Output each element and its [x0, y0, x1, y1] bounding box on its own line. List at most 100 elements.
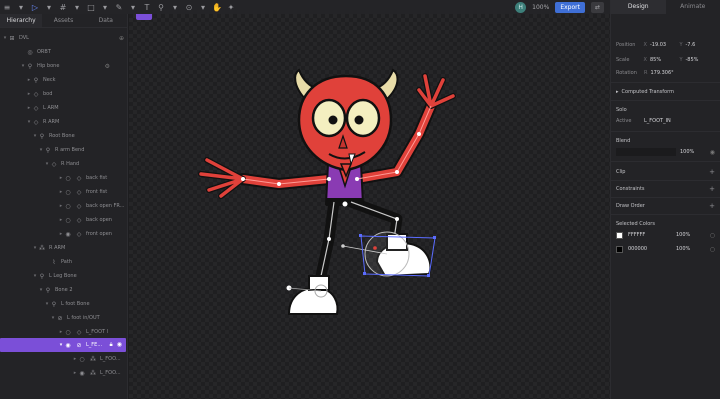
- tree-row[interactable]: ▸ ○ ⁂ L_FOO...: [0, 352, 128, 366]
- solo-active-select[interactable]: L_FOOT_IN: [644, 118, 704, 124]
- add-draw-order-icon[interactable]: +: [709, 202, 715, 210]
- shape-chevron-icon[interactable]: ▾: [98, 0, 112, 14]
- tree-row[interactable]: ⌇ Path: [0, 255, 128, 269]
- shape-icon: ◇: [76, 174, 82, 182]
- select-tool-icon[interactable]: ▷: [28, 0, 42, 14]
- color-swatch[interactable]: [616, 245, 623, 253]
- tab-assets[interactable]: Assets: [42, 14, 84, 27]
- draw-order-section[interactable]: Draw Order +: [616, 200, 715, 211]
- menu-icon[interactable]: ≡: [0, 0, 14, 14]
- solo-ring-icon: ○: [65, 174, 71, 182]
- blend-opacity[interactable]: 100%: [680, 149, 694, 155]
- tree-row[interactable]: ▾ ⚲ Hip bone ⚙: [0, 59, 128, 73]
- path-icon: ⌇: [52, 258, 56, 266]
- select-chevron-icon[interactable]: ▾: [42, 0, 56, 14]
- gear-icon[interactable]: ⚙: [105, 63, 110, 70]
- color-swatch[interactable]: [616, 231, 623, 239]
- tree-row[interactable]: ▸ ○ ◇ back open FR...: [0, 199, 128, 213]
- tree-row[interactable]: ▸ ◉ ◇ front open: [0, 227, 128, 241]
- tree-row[interactable]: ▸ ◉ ⁂ L_FOO...: [0, 366, 128, 380]
- frame-chevron-icon[interactable]: ▾: [70, 0, 84, 14]
- zoom-level[interactable]: 100%: [532, 4, 549, 11]
- tree-row-selected[interactable]: ▾ ◉ ⊘ L_FE... 🔒︎ ◉: [0, 338, 126, 352]
- pen-chevron-icon[interactable]: ▾: [126, 0, 140, 14]
- eye-icon[interactable]: ◉: [117, 341, 122, 349]
- tree-row[interactable]: ▸ ○ ◇ front fist: [0, 185, 128, 199]
- position-y-input[interactable]: -7.6: [686, 42, 715, 48]
- divider: [611, 100, 720, 101]
- scale-y-input[interactable]: -85%: [686, 57, 715, 63]
- target-icon[interactable]: ○: [710, 232, 715, 239]
- position-x-key: X: [643, 42, 647, 48]
- add-icon[interactable]: ⊕: [119, 35, 124, 42]
- tree-row[interactable]: ▸ ◇ L ARM: [0, 101, 128, 115]
- rectangle-tool-icon[interactable]: □: [84, 0, 98, 14]
- tab-animate[interactable]: Animate: [666, 0, 720, 14]
- tab-design[interactable]: Design: [611, 0, 666, 14]
- computed-transform-toggle[interactable]: ▸ Computed Transform: [616, 86, 715, 97]
- tree-label: L foot Bone: [61, 301, 90, 307]
- scale-x-input[interactable]: 85%: [650, 57, 679, 63]
- export-button[interactable]: Export: [555, 1, 585, 13]
- solo-icon: ⊘: [57, 314, 63, 322]
- add-clip-icon[interactable]: +: [709, 168, 715, 176]
- tree-label: Hip bone: [37, 63, 60, 69]
- tree-row[interactable]: ▸ ○ ◇ back open: [0, 213, 128, 227]
- comment-tool-icon[interactable]: ✦: [224, 0, 238, 14]
- tree-row[interactable]: ▸ ◇ bod: [0, 87, 128, 101]
- tree-row[interactable]: ▾ ⚲ Root Bone: [0, 129, 128, 143]
- character-artwork: [198, 68, 456, 315]
- scale-row: Scale X 85% Y -85%: [616, 55, 715, 65]
- tree-row[interactable]: ▾ ◇ R ARM: [0, 115, 128, 129]
- color-hex[interactable]: 000000: [628, 246, 676, 252]
- frame-tool-icon[interactable]: #: [56, 0, 70, 14]
- target-icon[interactable]: ○: [710, 246, 715, 253]
- blend-mode-select[interactable]: [616, 148, 676, 156]
- tree-row[interactable]: ▾ ⚲ L foot Bone: [0, 297, 128, 311]
- weight-chevron-icon[interactable]: ▾: [196, 0, 210, 14]
- eye-icon[interactable]: ◉: [710, 149, 715, 156]
- color-row[interactable]: 000000 100% ○: [616, 244, 715, 254]
- shape-icon: ◇: [33, 90, 39, 98]
- tree-row[interactable]: ▾ ⚲ Bone 2: [0, 283, 128, 297]
- hand-tool-icon[interactable]: ✋: [210, 0, 224, 14]
- menu-chevron-icon[interactable]: ▾: [14, 0, 28, 14]
- pen-tool-icon[interactable]: ✎: [112, 0, 126, 14]
- position-x-input[interactable]: -19.03: [650, 42, 679, 48]
- color-opacity[interactable]: 100%: [676, 232, 690, 238]
- tree-row[interactable]: ▾ ⁂ R ARM: [0, 241, 128, 255]
- stage-canvas[interactable]: [129, 14, 610, 399]
- left-arm: [198, 157, 335, 199]
- tree-row[interactable]: ▾ ⚲ L Leg Bone: [0, 269, 128, 283]
- bone-tool-icon[interactable]: ⚲: [154, 0, 168, 14]
- tab-data[interactable]: Data: [85, 14, 127, 27]
- bone-chevron-icon[interactable]: ▾: [168, 0, 182, 14]
- artboard-tab[interactable]: [136, 14, 152, 20]
- tab-hierarchy[interactable]: Hierarchy: [0, 14, 43, 27]
- color-row[interactable]: FFFFFF 100% ○: [616, 230, 715, 240]
- lock-icon[interactable]: 🔒︎: [110, 341, 113, 349]
- constraints-section[interactable]: Constraints +: [616, 183, 715, 194]
- tree-label: back fist: [86, 175, 108, 181]
- hierarchy-panel: Hierarchy Assets Data ▾ ⊞ DVL ⊕ ◎ ORBT ▾…: [0, 14, 128, 399]
- tree-row[interactable]: ▸ ○ ◇ back fist: [0, 171, 128, 185]
- share-button[interactable]: ⇄: [590, 1, 604, 13]
- user-avatar[interactable]: H: [515, 1, 527, 13]
- bone-icon: ⚲: [33, 76, 39, 84]
- tree-row-artboard[interactable]: ▾ ⊞ DVL ⊕: [0, 31, 128, 45]
- rotation-input[interactable]: 179.306°: [650, 70, 700, 76]
- color-opacity[interactable]: 100%: [676, 246, 690, 252]
- tree-row[interactable]: ◎ ORBT: [0, 45, 128, 59]
- weight-tool-icon[interactable]: ⊙: [182, 0, 196, 14]
- text-tool-icon[interactable]: T: [140, 0, 154, 14]
- tree-row[interactable]: ▾ ⊘ L foot in/OUT: [0, 311, 128, 325]
- tree-row[interactable]: ▾ ◇ R Hand: [0, 157, 128, 171]
- tree-label: front open: [86, 231, 112, 237]
- color-hex[interactable]: FFFFFF: [628, 232, 676, 238]
- tree-row[interactable]: ▾ ⚲ R arm Bend: [0, 143, 128, 157]
- tree-row[interactable]: ▸ ⚲ Neck: [0, 73, 128, 87]
- solo-ring-icon: ○: [65, 188, 71, 196]
- tree-row[interactable]: ▸ ○ ◇ L_FOOT l: [0, 325, 128, 339]
- add-constraint-icon[interactable]: +: [709, 185, 715, 193]
- clip-section[interactable]: Clip +: [616, 166, 715, 177]
